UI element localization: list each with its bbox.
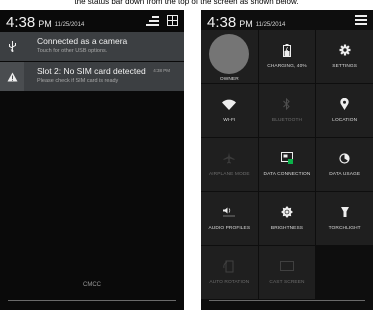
status-bar[interactable]: 4:38 PM 11/25/2014 xyxy=(201,10,373,30)
usb-icon xyxy=(0,32,24,61)
tile-label: WI-FI xyxy=(223,118,236,123)
wifi-icon xyxy=(222,96,237,112)
clock-ampm: PM xyxy=(38,19,52,29)
quick-settings-screen: 4:38 PM 11/25/2014 OWNER CHARGING, 40% S… xyxy=(201,10,373,310)
notification-usb[interactable]: Connected as a camera Touch for other US… xyxy=(0,32,184,61)
cast-icon xyxy=(279,258,294,274)
shade-drag-handle[interactable] xyxy=(8,300,176,301)
quick-settings-grid: OWNER CHARGING, 40% SETTINGS WI-FI BLUET… xyxy=(201,30,373,299)
tile-label: AUTO ROTATION xyxy=(209,280,250,285)
tile-label: CHARGING, 40% xyxy=(267,64,307,69)
torch-icon xyxy=(340,204,350,220)
tile-battery[interactable]: CHARGING, 40% xyxy=(258,30,316,83)
tile-label: LOCATION xyxy=(332,118,358,123)
clock-time: 4:38 xyxy=(207,14,237,31)
battery-icon xyxy=(282,42,291,58)
bluetooth-icon xyxy=(283,96,291,112)
data-connection-icon xyxy=(280,150,293,166)
tile-label: OWNER xyxy=(219,77,239,82)
speaker-icon xyxy=(222,204,236,220)
tile-cast-screen[interactable]: CAST SCREEN xyxy=(258,246,316,299)
quick-settings-toggle-icon[interactable] xyxy=(167,15,178,26)
notification-shade-screen: 4:38 PM 11/25/2014 Connected as a camera… xyxy=(0,10,184,310)
tile-label: TORCHLIGHT xyxy=(328,226,361,231)
notification-subtitle: Touch for other USB options. xyxy=(37,48,108,54)
tile-brightness[interactable]: BRIGHTNESS xyxy=(258,192,316,245)
tile-label: DATA CONNECTION xyxy=(263,172,311,177)
tile-label: CAST SCREEN xyxy=(269,280,305,285)
tile-torchlight[interactable]: TORCHLIGHT xyxy=(316,192,373,245)
tile-location[interactable]: LOCATION xyxy=(316,84,373,137)
location-pin-icon xyxy=(340,96,349,112)
rotation-icon xyxy=(223,258,235,274)
avatar xyxy=(209,34,250,74)
notification-title: Slot 2: No SIM card detected xyxy=(37,66,146,76)
tile-data-connection[interactable]: DATA CONNECTION xyxy=(258,138,316,191)
tile-empty xyxy=(316,246,373,299)
tile-label: DATA USAGE xyxy=(329,172,361,177)
warning-icon xyxy=(0,62,24,91)
clock-time: 4:38 xyxy=(6,14,36,31)
tile-label: AUDIO PROFILES xyxy=(208,226,251,231)
gear-icon xyxy=(339,42,351,58)
tile-auto-rotation[interactable]: AUTO ROTATION xyxy=(201,246,258,299)
notification-subtitle: Please check if SIM card is ready xyxy=(37,78,119,84)
tile-settings[interactable]: SETTINGS xyxy=(316,30,373,83)
notification-title: Connected as a camera xyxy=(37,36,128,46)
tile-label: BRIGHTNESS xyxy=(270,226,304,231)
tile-airplane-mode[interactable]: AIRPLANE MODE xyxy=(201,138,258,191)
tile-label: BLUETOOTH xyxy=(271,118,303,123)
brightness-icon xyxy=(280,204,293,220)
status-bar[interactable]: 4:38 PM 11/25/2014 xyxy=(0,10,184,30)
airplane-icon xyxy=(223,150,235,166)
tile-audio-profiles[interactable]: AUDIO PROFILES xyxy=(201,192,258,245)
clock-ampm: PM xyxy=(239,19,253,29)
tile-wifi[interactable]: WI-FI xyxy=(201,84,258,137)
instruction-caption: the status bar down from the top of the … xyxy=(74,0,299,6)
tile-data-usage[interactable]: DATA USAGE xyxy=(316,138,373,191)
panel-drag-handle[interactable] xyxy=(209,300,365,301)
notification-list-icon[interactable] xyxy=(355,15,367,25)
notification-time: 4:38 PM xyxy=(153,68,170,73)
clear-notifications-icon[interactable] xyxy=(146,15,159,26)
status-date: 11/25/2014 xyxy=(54,22,85,28)
tile-label: AIRPLANE MODE xyxy=(208,172,250,177)
tile-bluetooth[interactable]: BLUETOOTH xyxy=(258,84,316,137)
notification-no-sim[interactable]: Slot 2: No SIM card detected 4:38 PM Ple… xyxy=(0,62,184,91)
data-usage-icon xyxy=(339,150,350,166)
status-date: 11/25/2014 xyxy=(255,22,286,28)
carrier-label: CMCC xyxy=(83,282,101,288)
tile-label: SETTINGS xyxy=(332,64,358,69)
tile-owner[interactable]: OWNER xyxy=(201,30,258,83)
